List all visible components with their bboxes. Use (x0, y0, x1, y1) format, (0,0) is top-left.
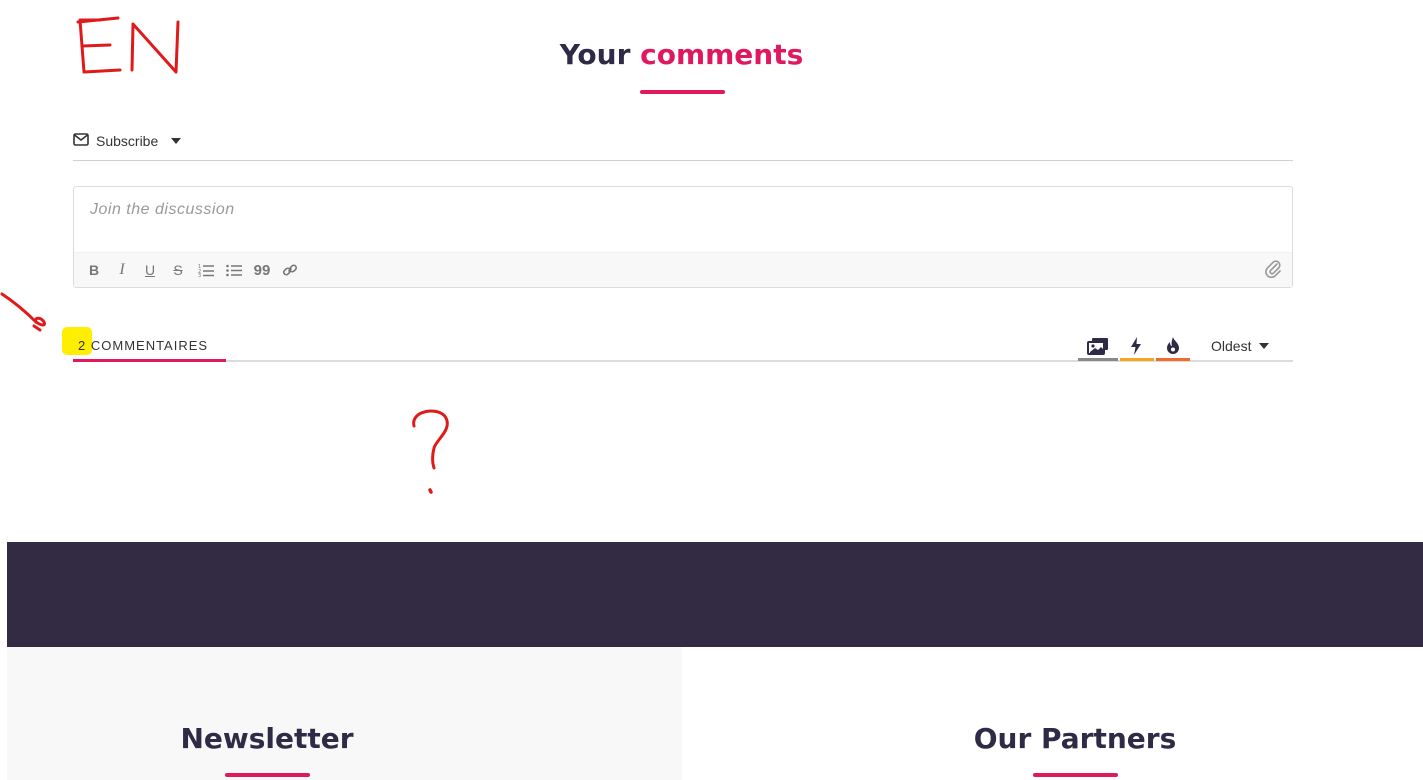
media-filter[interactable] (1082, 334, 1114, 358)
comments-label: COMMENTAIRES (90, 338, 209, 353)
partners-title: Our Partners (973, 722, 1177, 755)
ordered-list-button[interactable]: 1 2 3 (197, 261, 215, 279)
comments-count: 2 (78, 338, 87, 353)
title-underline (640, 90, 725, 94)
title-part-1: Your (559, 38, 631, 71)
footer-band (7, 542, 1423, 647)
bold-button[interactable]: B (85, 261, 103, 279)
chevron-down-icon (171, 138, 182, 144)
lightning-icon (1131, 337, 1141, 355)
comment-editor[interactable]: Join the discussion B I U S 1 2 3 99 (73, 186, 1293, 288)
link-button[interactable] (281, 261, 299, 279)
link-icon (282, 264, 298, 276)
partners-underline (1033, 773, 1118, 777)
newsletter-panel (7, 647, 682, 780)
strikethrough-button[interactable]: S (169, 261, 187, 279)
unordered-list-icon (226, 264, 242, 277)
images-icon (1087, 338, 1108, 355)
comments-count-tab[interactable]: 2 COMMENTAIRES (78, 338, 208, 353)
media-filter-indicator (1078, 358, 1118, 361)
quote-button[interactable]: 99 (253, 261, 271, 279)
attach-button[interactable] (1264, 259, 1282, 278)
sort-selected: Oldest (1211, 338, 1252, 354)
subscribe-label: Subscribe (96, 133, 159, 149)
ordered-list-icon: 1 2 3 (198, 264, 214, 277)
editor-toolbar: B I U S 1 2 3 99 (74, 252, 1292, 287)
paperclip-icon (1265, 260, 1281, 278)
flame-icon (1167, 337, 1179, 354)
comments-tab-indicator (73, 359, 226, 362)
chevron-down-icon (1259, 343, 1270, 349)
hottest-filter[interactable] (1157, 334, 1189, 358)
italic-button[interactable]: I (113, 261, 131, 279)
newest-filter-indicator (1120, 358, 1154, 361)
newsletter-title: Newsletter (180, 722, 354, 755)
hottest-filter-indicator (1156, 358, 1190, 361)
divider (73, 160, 1293, 161)
newest-filter[interactable] (1120, 334, 1152, 358)
sort-dropdown[interactable]: Oldest (1211, 338, 1270, 354)
subscribe-dropdown[interactable]: Subscribe (73, 131, 182, 151)
page-title: Your comments (0, 38, 1363, 71)
unordered-list-button[interactable] (225, 261, 243, 279)
comment-input-placeholder: Join the discussion (90, 201, 235, 218)
newsletter-underline (225, 773, 310, 777)
underline-button[interactable]: U (141, 261, 159, 279)
title-part-2: comments (640, 38, 804, 71)
partners-panel (682, 647, 1423, 780)
envelope-icon (73, 133, 89, 149)
svg-text:3: 3 (198, 273, 201, 277)
